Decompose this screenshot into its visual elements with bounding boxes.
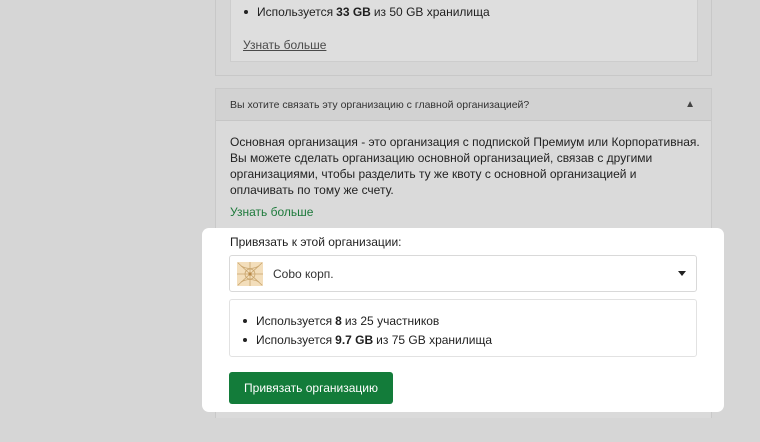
org-logo — [237, 262, 263, 286]
learn-more-link[interactable]: Узнать больше — [243, 38, 326, 52]
org-usage-box: Используется 8 из 25 участников Использу… — [229, 299, 697, 357]
link-organization-button[interactable]: Привязать организацию — [229, 372, 393, 404]
members-usage-line: Используется 8 из 25 участников — [230, 314, 439, 328]
caret-down-icon[interactable] — [678, 271, 686, 276]
bullet — [243, 338, 247, 342]
link-org-highlight: Привязать к этой организации: Cobo корп.… — [202, 228, 724, 412]
chevron-up-icon[interactable]: ▲ — [685, 99, 695, 110]
panel-description: Основная организация - это организация с… — [230, 135, 700, 197]
selected-org-name: Cobo корп. — [273, 267, 334, 281]
storage-usage-line-2: Используется 9.7 GB из 75 GB хранилища — [230, 333, 492, 347]
storage-usage-line: Используется 33 GB из 50 GB хранилища — [231, 5, 490, 19]
storage-usage-box: Используется 33 GB из 50 GB хранилища Уз… — [230, 0, 698, 62]
storage-card: Используется 33 GB из 50 GB хранилища Уз… — [215, 0, 712, 76]
panel-header[interactable]: Вы хотите связать эту организацию с глав… — [216, 89, 711, 121]
link-to-org-label: Привязать к этой организации: — [230, 235, 402, 249]
panel-question: Вы хотите связать эту организацию с глав… — [230, 99, 530, 111]
bullet — [243, 319, 247, 323]
org-select[interactable]: Cobo корп. — [229, 255, 697, 292]
learn-more-link-2[interactable]: Узнать больше — [230, 205, 313, 219]
bullet — [244, 10, 248, 14]
panel-bottom — [215, 412, 712, 418]
